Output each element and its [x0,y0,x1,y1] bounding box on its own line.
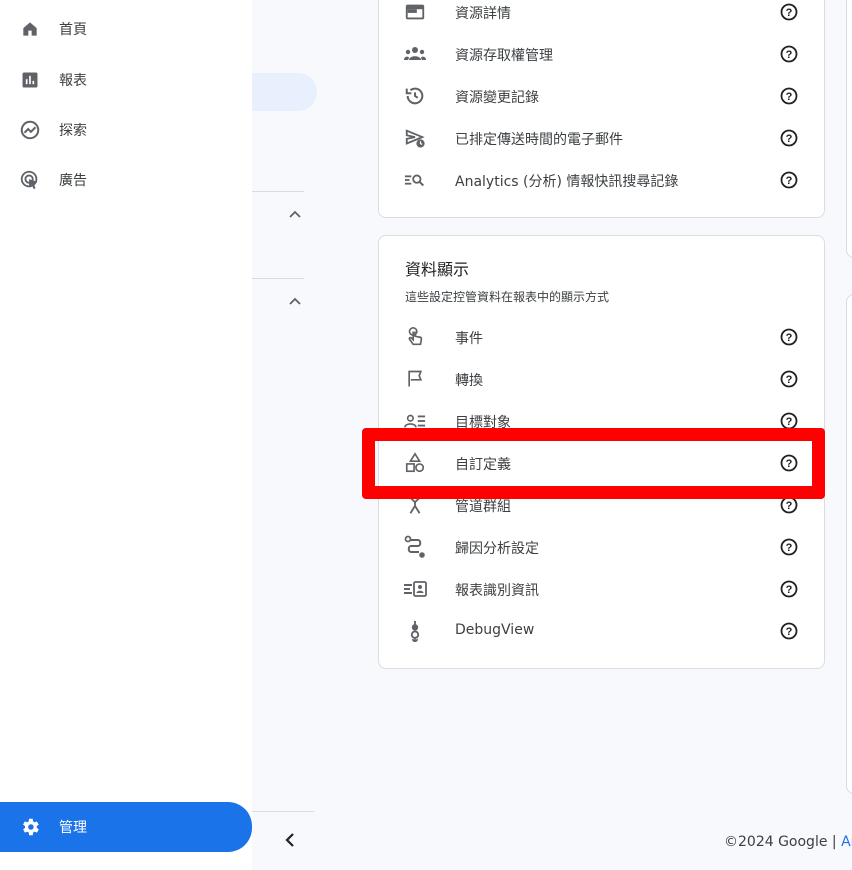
help-icon[interactable]: ? [779,86,799,106]
row-label: 已排定傳送時間的電子郵件 [455,132,623,148]
nav-item-label: 廣告 [59,173,87,189]
property-details-icon [403,0,427,24]
row-label: 管道群組 [455,499,511,515]
nav-item-label: 管理 [59,820,87,836]
footer-separator: | [831,834,837,850]
people-icon [403,42,427,66]
row-insights-search-history[interactable]: Analytics (分析) 情報快訊搜尋記錄 ? [379,159,824,201]
divider [252,278,304,279]
divider [252,811,314,812]
reporting-identity-icon [403,577,427,601]
row-label: Analytics (分析) 情報快訊搜尋記錄 [455,174,679,190]
svg-text:?: ? [786,374,793,386]
row-label: 資源存取權管理 [455,48,553,64]
row-events[interactable]: 事件 ? [379,316,824,358]
divider [252,191,304,192]
home-icon [18,17,42,41]
annotation-highlight-box [362,428,825,499]
row-access-management[interactable]: 資源存取權管理 ? [379,33,824,75]
svg-text:?: ? [786,626,793,638]
row-scheduled-emails[interactable]: 已排定傳送時間的電子郵件 ? [379,117,824,159]
card-subtitle: 這些設定控管資料在報表中的顯示方式 [405,290,610,304]
selected-section-highlight[interactable] [252,73,317,111]
row-conversions[interactable]: 轉換 ? [379,358,824,400]
row-label: 報表識別資訊 [455,583,539,599]
svg-text:?: ? [786,175,793,187]
row-label: 歸因分析設定 [455,541,539,557]
svg-text:?: ? [786,133,793,145]
help-icon[interactable]: ? [779,579,799,599]
chevron-up-icon[interactable] [287,294,303,310]
debug-icon [403,619,427,643]
gear-icon [18,815,42,839]
help-icon[interactable]: ? [779,44,799,64]
property-card: 資源詳情 ? 資源存取權管理 ? 資源變更記錄 ? 已排定傳送時間的電子郵件 ? [378,0,825,218]
help-icon[interactable]: ? [779,327,799,347]
chevron-left-icon[interactable] [278,828,302,852]
bar-chart-icon [18,68,42,92]
nav-item-home[interactable]: 首頁 [0,5,252,53]
nav-item-label: 探索 [59,123,87,139]
row-reporting-identity[interactable]: 報表識別資訊 ? [379,568,824,610]
svg-text:?: ? [786,7,793,19]
ads-icon [18,168,42,192]
flag-icon [403,367,427,391]
search-history-icon [403,168,427,192]
nav-item-admin[interactable]: 管理 [0,802,252,852]
svg-text:?: ? [786,584,793,596]
copyright-text: ©2024 Google [724,834,828,850]
svg-text:?: ? [786,500,793,512]
help-icon[interactable]: ? [779,128,799,148]
svg-text:?: ? [786,91,793,103]
row-label: 資源變更記錄 [455,90,539,106]
svg-text:?: ? [786,49,793,61]
attribution-icon [403,535,427,559]
chevron-up-icon[interactable] [287,207,303,223]
right-card-partial [846,0,852,258]
nav-item-explore[interactable]: 探索 [0,106,252,154]
touch-icon [403,325,427,349]
footer: ©2024 Google | An [724,834,852,850]
right-card-partial [846,294,852,794]
help-icon[interactable]: ? [779,2,799,22]
left-nav: 首頁 報表 探索 廣告 管理 [0,0,252,870]
row-label: 轉換 [455,373,483,389]
help-icon[interactable]: ? [779,537,799,557]
nav-item-reports[interactable]: 報表 [0,56,252,104]
row-attribution-settings[interactable]: 歸因分析設定 ? [379,526,824,568]
footer-link[interactable]: An [841,834,852,850]
history-icon [403,84,427,108]
card-title: 資料顯示 [405,260,470,279]
row-label: DebugView [455,622,535,638]
help-icon[interactable]: ? [779,621,799,641]
scheduled-send-icon [403,126,427,150]
explore-icon [18,118,42,142]
row-label: 事件 [455,331,483,347]
nav-item-ads[interactable]: 廣告 [0,156,252,204]
nav-item-label: 首頁 [59,22,87,38]
nav-item-label: 報表 [59,73,87,89]
help-icon[interactable]: ? [779,170,799,190]
svg-text:?: ? [786,332,793,344]
svg-text:?: ? [786,416,793,428]
row-debugview[interactable]: DebugView ? [379,610,824,652]
row-change-history[interactable]: 資源變更記錄 ? [379,75,824,117]
help-icon[interactable]: ? [779,369,799,389]
row-label: 資源詳情 [455,6,511,22]
svg-text:?: ? [786,542,793,554]
row-property-details[interactable]: 資源詳情 ? [379,0,824,33]
